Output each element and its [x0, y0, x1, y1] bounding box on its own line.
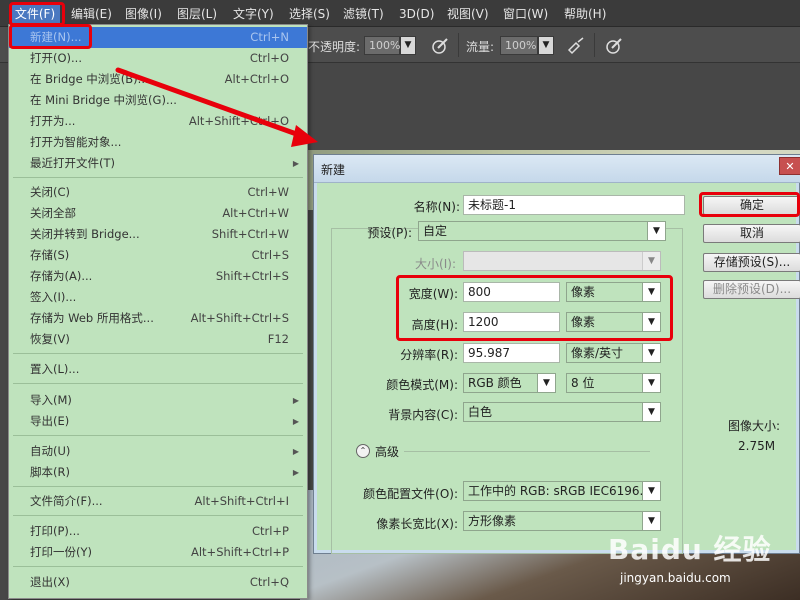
menu-bar: 文件(F) 编辑(E) 图像(I) 图层(L) 文字(Y) 选择(S) 滤镜(T…	[0, 0, 800, 27]
color-mode-label: 颜色模式(M):	[386, 378, 458, 392]
menu-item-print[interactable]: 打印(P)... Ctrl+P	[9, 521, 307, 542]
menu-edit[interactable]: 编辑(E)	[71, 5, 112, 23]
color-profile-label: 颜色配置文件(O):	[363, 487, 458, 501]
image-size-label: 图像大小:	[728, 419, 781, 433]
advanced-toggle-icon[interactable]: ⌃	[356, 444, 370, 458]
menu-item-print-one-copy[interactable]: 打印一份(Y) Alt+Shift+Ctrl+P	[9, 542, 307, 563]
chevron-down-icon: ▼	[642, 344, 660, 362]
airbrush-icon[interactable]	[566, 36, 586, 56]
opacity-label: 不透明度:	[308, 40, 361, 54]
menu-image[interactable]: 图像(I)	[125, 5, 162, 23]
menu-item-save-as[interactable]: 存储为(A)... Shift+Ctrl+S	[9, 266, 307, 287]
color-mode-select[interactable]: RGB 颜色 ▼	[463, 373, 556, 393]
chevron-down-icon: ▼	[642, 252, 660, 270]
menu-3d[interactable]: 3D(D)	[399, 5, 434, 23]
image-size-value: 2.75M	[738, 439, 776, 453]
close-icon[interactable]: ✕	[779, 157, 800, 175]
menu-item-check-in[interactable]: 签入(I)...	[9, 287, 307, 308]
advanced-label[interactable]: 高级	[375, 443, 399, 460]
background-select[interactable]: 白色 ▼	[463, 402, 661, 422]
menu-help[interactable]: 帮助(H)	[564, 5, 606, 23]
menu-item-place[interactable]: 置入(L)...	[9, 359, 307, 380]
annotation-dimensions	[396, 275, 673, 341]
dialog-title: 新建	[321, 163, 346, 177]
menu-item-automate[interactable]: 自动(U) ▶	[9, 441, 307, 462]
menu-item-open-as[interactable]: 打开为... Alt+Shift+Ctrl+O	[9, 111, 307, 132]
size-label: 大小(I):	[415, 257, 456, 271]
menu-item-recent-files[interactable]: 最近打开文件(T) ▶	[9, 153, 307, 174]
chevron-down-icon: ▼	[642, 403, 660, 421]
submenu-arrow-icon: ▶	[292, 447, 299, 456]
menu-window[interactable]: 窗口(W)	[503, 5, 548, 23]
watermark-url: jingyan.baidu.com	[620, 571, 731, 585]
menu-item-close-go-bridge[interactable]: 关闭并转到 Bridge... Shift+Ctrl+W	[9, 224, 307, 245]
dialog-titlebar[interactable]: 新建 ✕	[314, 155, 800, 183]
submenu-arrow-icon: ▶	[292, 417, 299, 426]
menu-item-close-all[interactable]: 关闭全部 Alt+Ctrl+W	[9, 203, 307, 224]
advanced-divider	[404, 451, 650, 452]
resolution-label: 分辨率(R):	[400, 348, 458, 362]
annotation-ok	[699, 192, 800, 217]
resolution-unit-select[interactable]: 像素/英寸 ▼	[566, 343, 661, 363]
menu-item-save[interactable]: 存储(S) Ctrl+S	[9, 245, 307, 266]
menu-item-exit[interactable]: 退出(X) Ctrl+Q	[9, 572, 307, 593]
menu-item-import[interactable]: 导入(M) ▶	[9, 390, 307, 411]
menu-item-revert[interactable]: 恢复(V) F12	[9, 329, 307, 350]
watermark-logo: Baidu 经验	[608, 533, 772, 566]
menu-item-open[interactable]: 打开(O)... Ctrl+O	[9, 48, 307, 69]
menu-item-save-for-web[interactable]: 存储为 Web 所用格式... Alt+Shift+Ctrl+S	[9, 308, 307, 329]
opacity-input[interactable]: 100%	[364, 36, 400, 55]
save-preset-button[interactable]: 存储预设(S)...	[703, 253, 800, 272]
pressure-opacity-icon[interactable]	[430, 36, 450, 56]
pressure-size-icon[interactable]	[604, 36, 624, 56]
menu-select[interactable]: 选择(S)	[289, 5, 330, 23]
menu-type[interactable]: 文字(Y)	[233, 5, 274, 23]
menu-item-file-info[interactable]: 文件简介(F)... Alt+Shift+Ctrl+I	[9, 491, 307, 512]
annotation-file-menu	[9, 2, 65, 26]
preset-label: 预设(P):	[367, 226, 412, 240]
chevron-down-icon: ▼	[537, 374, 555, 392]
size-select[interactable]: ▼	[463, 251, 661, 271]
resolution-field[interactable]: 95.987	[463, 343, 560, 363]
submenu-arrow-icon: ▶	[292, 159, 299, 168]
pixel-aspect-label: 像素长宽比(X):	[376, 517, 458, 531]
menu-item-browse-bridge[interactable]: 在 Bridge 中浏览(B)... Alt+Ctrl+O	[9, 69, 307, 90]
menu-filter[interactable]: 滤镜(T)	[343, 5, 384, 23]
annotation-new-item	[9, 24, 92, 49]
color-profile-select[interactable]: 工作中的 RGB: sRGB IEC6196... ▼	[463, 481, 661, 501]
opacity-dropdown-icon[interactable]: ▼	[400, 36, 416, 55]
chevron-down-icon: ▼	[642, 374, 660, 392]
submenu-arrow-icon: ▶	[292, 468, 299, 477]
flow-label: 流量:	[466, 40, 495, 54]
cancel-button[interactable]: 取消	[703, 224, 800, 243]
flow-dropdown-icon[interactable]: ▼	[538, 36, 554, 55]
menu-item-browse-mini-bridge[interactable]: 在 Mini Bridge 中浏览(G)...	[9, 90, 307, 111]
submenu-arrow-icon: ▶	[292, 396, 299, 405]
menu-view[interactable]: 视图(V)	[447, 5, 489, 23]
background-label: 背景内容(C):	[388, 408, 458, 422]
watermark: Baidu 经验 jingyan.baidu.com	[596, 522, 800, 600]
delete-preset-button[interactable]: 删除预设(D)...	[703, 280, 800, 299]
bit-depth-select[interactable]: 8 位 ▼	[566, 373, 661, 393]
menu-item-open-smart-object[interactable]: 打开为智能对象...	[9, 132, 307, 153]
flow-input[interactable]: 100%	[500, 36, 538, 55]
chevron-down-icon: ▼	[642, 482, 660, 500]
menu-layer[interactable]: 图层(L)	[177, 5, 217, 23]
menu-item-export[interactable]: 导出(E) ▶	[9, 411, 307, 432]
name-label: 名称(N):	[413, 200, 460, 214]
chevron-down-icon: ▼	[647, 222, 665, 240]
file-menu-dropdown: 新建(N)... Ctrl+N 打开(O)... Ctrl+O 在 Bridge…	[8, 24, 308, 599]
preset-select[interactable]: 自定 ▼	[418, 221, 666, 241]
menu-item-scripts[interactable]: 脚本(R) ▶	[9, 462, 307, 483]
name-field[interactable]: 未标题-1	[463, 195, 685, 215]
menu-item-close[interactable]: 关闭(C) Ctrl+W	[9, 182, 307, 203]
